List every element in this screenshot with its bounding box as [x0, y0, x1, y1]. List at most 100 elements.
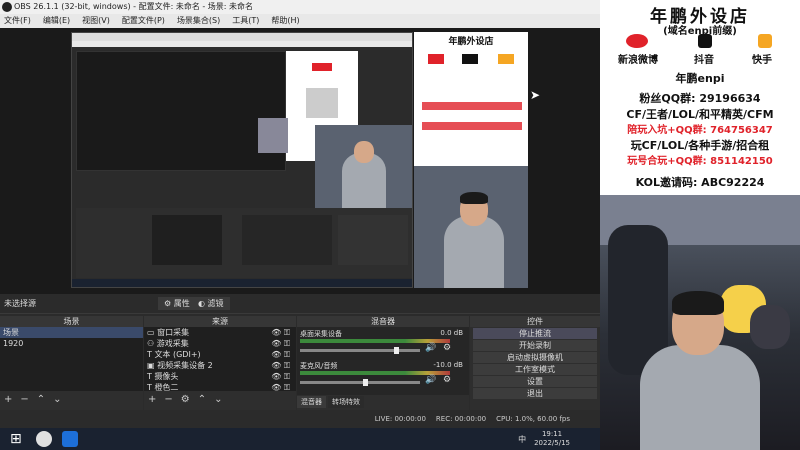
filter-icon: ◐ — [198, 299, 205, 308]
app-taskbar-icon[interactable] — [62, 431, 78, 447]
move-up-icon[interactable]: ⌃ — [198, 394, 206, 405]
source-item[interactable]: ▣ 视频采集设备 2 👁 ⚿ — [144, 360, 296, 371]
preview-canvas[interactable]: 年鹏外设店 ➤ — [0, 28, 600, 294]
properties-button[interactable]: ⚙ 属性 — [158, 297, 196, 310]
obs-taskbar-icon[interactable] — [36, 431, 52, 447]
controls-header: 控件 — [470, 316, 600, 327]
source-item[interactable]: ▭ 窗口采集 👁 ⚿ — [144, 327, 296, 338]
webcam-feed-image — [600, 195, 800, 450]
windows-start-icon[interactable]: ⊞ — [10, 431, 26, 447]
stream-overlay-panel: 年鹏外设店 (域名enpi前缀) 新浪微博 抖音 快手 年鹏enpi 粉丝QQ群… — [600, 0, 800, 450]
camera-icon: ▣ — [147, 361, 155, 370]
speaker-icon[interactable]: 🔊 — [425, 343, 436, 353]
weibo-icon — [626, 34, 648, 48]
sources-list: ▭ 窗口采集 👁 ⚿ ⚇ 游戏采集 👁 ⚿ T 文本 (GDI+) 👁 ⚿ ▣ 视频采… — [144, 327, 296, 392]
window-title: OBS 26.1.1 (32-bit, windows) - 配置文件: 未命名… — [14, 2, 254, 11]
title-bar: OBS 26.1.1 (32-bit, windows) - 配置文件: 未命名… — [0, 0, 600, 14]
move-down-icon[interactable]: ⌄ — [214, 394, 222, 405]
cpu-status: CPU: 1.0%, 60.00 fps — [496, 415, 570, 423]
nested-preview-image — [71, 32, 413, 288]
kol-code: KOL邀请码: ABC92224 — [635, 176, 765, 189]
settings-button[interactable]: 设置 — [473, 376, 597, 387]
source-item[interactable]: T 文本 (GDI+) 👁 ⚿ — [144, 349, 296, 360]
promo-line-4: 玩号合玩+QQ群: 851142150 — [627, 156, 773, 167]
status-bar: LIVE: 00:00:00 REC: 00:00:00 CPU: 1.0%, … — [0, 410, 600, 428]
ime-indicator[interactable]: 中 — [518, 434, 526, 445]
scenes-header: 场景 — [0, 316, 143, 327]
tab-transitions[interactable]: 转场特效 — [328, 396, 364, 408]
visibility-icon: 👁 ⚿ — [271, 372, 290, 381]
gamepad-icon: ⚇ — [147, 339, 155, 348]
no-source-label: 未选择源 — [4, 299, 36, 308]
kuaishou-icon — [758, 34, 772, 48]
sources-header: 来源 — [144, 316, 296, 327]
scene-item[interactable]: 1920 — [0, 338, 143, 349]
scenes-dock: 场景 场景 1920 + − ⌃ ⌄ — [0, 316, 143, 410]
exit-button[interactable]: 退出 — [473, 388, 597, 399]
taskbar: ⊞ 中 19:11 2022/5/15 — [0, 428, 600, 450]
promo-line-3: 玩CF/LOL/各种手游/招合租 — [630, 139, 770, 152]
live-status: LIVE: 00:00:00 — [374, 415, 426, 423]
move-up-icon[interactable]: ⌃ — [37, 394, 45, 405]
visibility-icon: 👁 ⚿ — [271, 361, 290, 370]
remove-icon[interactable]: − — [164, 394, 172, 405]
volume-slider[interactable] — [300, 347, 420, 354]
handle: 年鹏enpi — [675, 72, 725, 85]
promo-line-2: 陪玩入坑+QQ群: 764756347 — [627, 125, 773, 136]
sources-dock: 来源 ▭ 窗口采集 👁 ⚿ ⚇ 游戏采集 👁 ⚿ T 文本 (GDI+) 👁 ⚿ ▣ … — [144, 316, 296, 410]
speaker-icon[interactable]: 🔊 — [425, 375, 436, 385]
mixer-channel-name: 桌面采集设备 — [300, 330, 342, 338]
menu-help[interactable]: 帮助(H) — [271, 14, 299, 28]
source-controls-bar: 未选择源 ⚙ 属性 ◐ 滤镜 — [0, 294, 600, 314]
virtual-camera-button[interactable]: 启动虚拟摄像机 — [473, 352, 597, 363]
text-icon: T — [147, 350, 152, 359]
move-down-icon[interactable]: ⌄ — [53, 394, 61, 405]
scene-item[interactable]: 场景 — [0, 327, 143, 338]
mixer-channel-db: -10.0 dB — [433, 361, 463, 369]
mixer-channel-name: 麦克风/音频 — [300, 362, 338, 370]
menu-scene-collection[interactable]: 场景集合(S) — [177, 14, 220, 28]
gear-icon[interactable]: ⚙ — [181, 394, 190, 405]
window-icon: ▭ — [147, 328, 155, 337]
menu-tools[interactable]: 工具(T) — [232, 14, 259, 28]
clock[interactable]: 19:11 2022/5/15 — [534, 430, 570, 448]
menu-file[interactable]: 文件(F) — [4, 14, 31, 28]
source-item[interactable]: ⚇ 游戏采集 👁 ⚿ — [144, 338, 296, 349]
gear-icon: ⚙ — [164, 299, 172, 308]
menu-bar: 文件(F) 编辑(E) 视图(V) 配置文件(P) 场景集合(S) 工具(T) … — [0, 14, 600, 28]
menu-profile[interactable]: 配置文件(P) — [122, 14, 165, 28]
visibility-icon: 👁 ⚿ — [271, 339, 290, 348]
preview-camera-image — [414, 166, 528, 288]
mixer-channel-db: 0.0 dB — [440, 329, 463, 337]
add-icon[interactable]: + — [4, 394, 12, 405]
weibo-label: 新浪微博 — [618, 55, 658, 66]
visibility-icon: 👁 ⚿ — [271, 328, 290, 337]
obs-logo-icon — [2, 2, 12, 12]
visibility-icon: 👁 ⚿ — [271, 383, 290, 392]
studio-mode-button[interactable]: 工作室模式 — [473, 364, 597, 375]
mixer-header: 混音器 — [297, 316, 469, 327]
tab-mixer[interactable]: 混音器 — [297, 396, 326, 408]
add-icon[interactable]: + — [148, 394, 156, 405]
scenes-toolbar: + − ⌃ ⌄ — [0, 391, 143, 407]
volume-slider[interactable] — [300, 379, 420, 386]
gear-icon[interactable]: ⚙ — [443, 343, 451, 353]
scenes-list: 场景 1920 — [0, 327, 143, 391]
visibility-icon: 👁 ⚿ — [271, 350, 290, 359]
text-icon: T — [147, 372, 152, 381]
qq-group: 粉丝QQ群: 29196634 — [639, 92, 761, 105]
start-recording-button[interactable]: 开始录制 — [473, 340, 597, 351]
preview-overlay-image: 年鹏外设店 — [414, 32, 528, 166]
text-icon: T — [147, 383, 152, 392]
obs-window: OBS 26.1.1 (32-bit, windows) - 配置文件: 未命名… — [0, 0, 600, 450]
remove-icon[interactable]: − — [20, 394, 28, 405]
menu-edit[interactable]: 编辑(E) — [43, 14, 70, 28]
stop-streaming-button[interactable]: 停止推流 — [473, 328, 597, 339]
kuaishou-label: 快手 — [752, 55, 772, 66]
filters-button[interactable]: ◐ 滤镜 — [192, 297, 230, 310]
promo-line-1: CF/王者/LOL/和平精英/CFM — [626, 108, 774, 121]
gear-icon[interactable]: ⚙ — [443, 375, 451, 385]
menu-view[interactable]: 视图(V) — [82, 14, 110, 28]
source-item[interactable]: T 摄像头 👁 ⚿ — [144, 371, 296, 382]
douyin-icon — [698, 34, 712, 48]
